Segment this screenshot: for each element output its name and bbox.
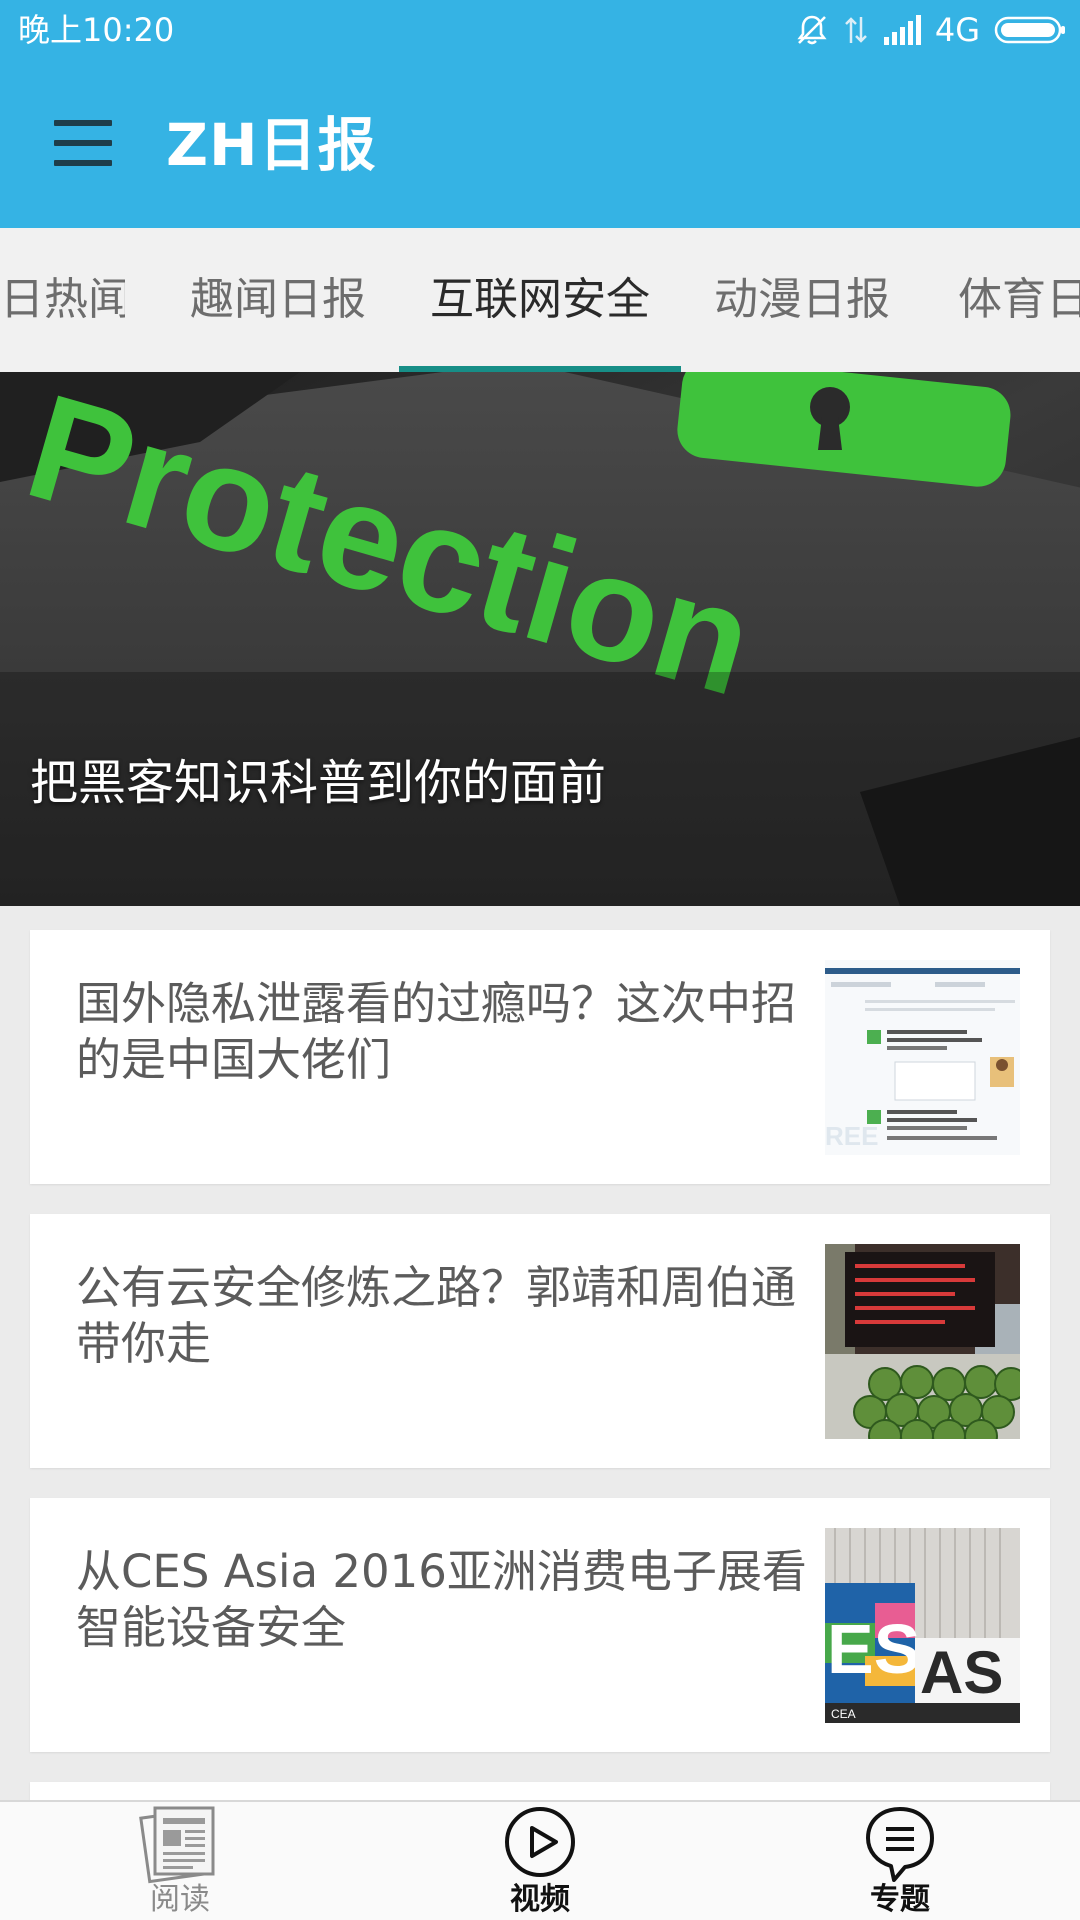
status-time: 晚上10:20	[18, 11, 175, 49]
category-tabs: 日热闻 趣闻日报 互联网安全 动漫日报 体育日	[0, 228, 1080, 372]
article-thumbnail: REE	[825, 960, 1020, 1155]
article-title: 国外隐私泄露看的过瘾吗？这次中招的是中国大佬们	[76, 977, 797, 1086]
tab-label: 日热闻	[0, 274, 125, 325]
mute-icon	[797, 15, 827, 45]
tab-internet-security[interactable]: 互联网安全	[399, 228, 681, 372]
tab-label: 动漫日报	[714, 274, 890, 325]
svg-text:CEA: CEA	[831, 1707, 856, 1721]
battery-icon	[994, 16, 1065, 44]
chat-list-icon	[866, 1807, 934, 1882]
nav-label: 阅读	[150, 1882, 210, 1917]
article-card[interactable]: 从CES Asia 2016亚洲消费电子展看智能设备安全 ES AS CEA	[30, 1498, 1050, 1752]
nav-video[interactable]: 视频	[440, 1802, 640, 1920]
nav-topics[interactable]: 专题	[800, 1802, 1000, 1920]
article-card[interactable]: 国外隐私泄露看的过瘾吗？这次中招的是中国大佬们 REE	[30, 930, 1050, 1184]
featured-banner[interactable]: Protection	[0, 372, 1080, 906]
tab-fun-news[interactable]: 趣闻日报	[188, 228, 368, 372]
newspaper-icon	[139, 1806, 215, 1884]
tab-label: 互联网安全	[430, 274, 650, 325]
app-title: ZH日报	[166, 111, 377, 179]
signal-icon	[883, 15, 921, 45]
tab-sports-news[interactable]: 体育日	[958, 228, 1080, 372]
play-circle-icon	[505, 1807, 575, 1877]
network-type: 4G	[934, 11, 980, 49]
svg-text:ES: ES	[827, 1610, 920, 1688]
banner-image: Protection	[0, 372, 1080, 906]
nav-label: 专题	[870, 1882, 930, 1917]
nav-reading[interactable]: 阅读	[80, 1802, 280, 1920]
tab-anime-news[interactable]: 动漫日报	[712, 228, 892, 372]
tab-label: 体育日	[958, 274, 1080, 325]
status-bar: 晚上10:20 4G	[0, 0, 1080, 62]
app-toolbar: ZH日报	[0, 62, 1080, 228]
article-thumbnail: ES AS CEA	[825, 1528, 1020, 1723]
watermelon-stall-thumbnail	[825, 1244, 1020, 1439]
tab-hot-news[interactable]: 日热闻	[0, 228, 125, 372]
bottom-navigation: 阅读 视频 专题	[0, 1800, 1080, 1920]
article-card[interactable]: 公有云安全修炼之路？郭靖和周伯通带你走	[30, 1214, 1050, 1468]
article-title: 公有云安全修炼之路？郭靖和周伯通带你走	[76, 1261, 797, 1370]
svg-text:REE: REE	[825, 1121, 878, 1151]
svg-text:AS: AS	[920, 1639, 1003, 1706]
banner-caption: 把黑客知识科普到你的面前	[30, 755, 607, 811]
ces-asia-sign-thumbnail: ES AS CEA	[825, 1528, 1020, 1723]
status-icons: 4G	[795, 10, 1066, 50]
article-thumbnail	[825, 1244, 1020, 1439]
app-screen: 晚上10:20 4G ZH日报 日热闻 趣闻日报 互联网安全 动漫日报 体育日 …	[0, 0, 1080, 1920]
data-transfer-icon	[844, 17, 867, 43]
nav-label: 视频	[510, 1882, 570, 1917]
screenshot-thumbnail: REE	[825, 960, 1020, 1155]
hamburger-menu-icon[interactable]	[54, 120, 114, 170]
article-title: 从CES Asia 2016亚洲消费电子展看智能设备安全	[76, 1545, 807, 1654]
tab-label: 趣闻日报	[190, 274, 366, 325]
